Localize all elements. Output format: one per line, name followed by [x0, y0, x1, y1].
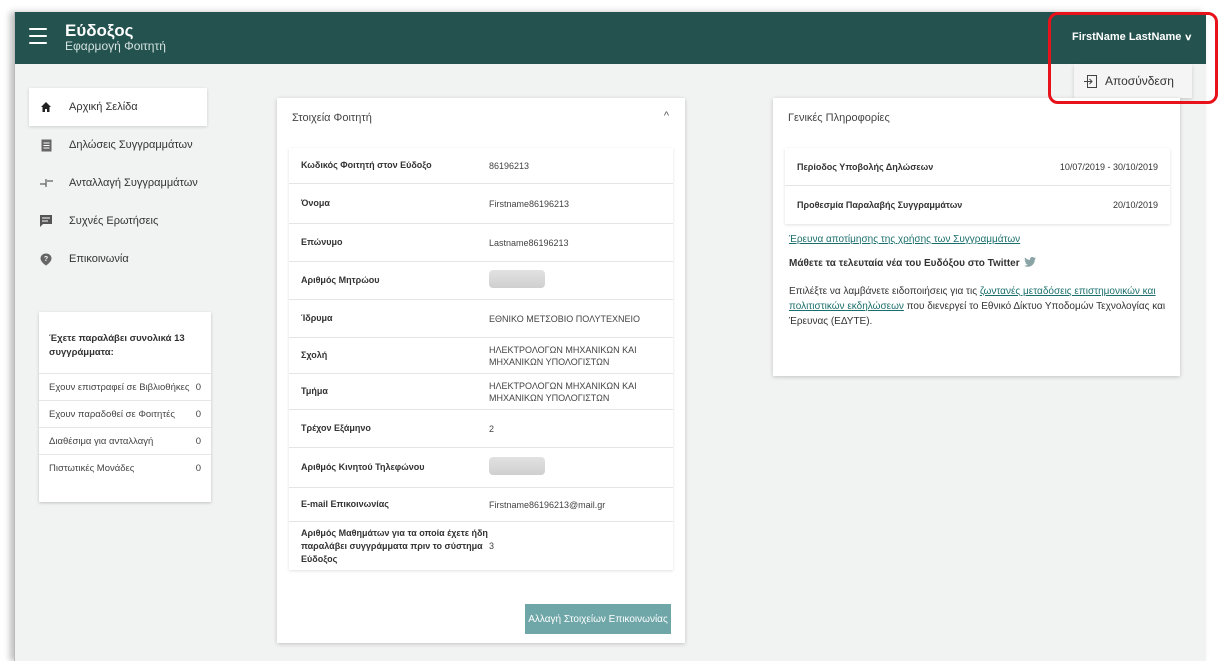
table-row: Επώνυμο Lastname86196213 [289, 224, 673, 262]
stat-row[interactable]: Εχουν παραδοθεί σε Φοιτητές 0 [39, 401, 211, 428]
table-row: Περίοδος Υποβολής Δηλώσεων 10/07/2019 - … [785, 148, 1170, 186]
sidebar-nav: Αρχική Σελίδα Δηλώσεις Συγγραμμάτων Αντα… [29, 88, 207, 278]
help-icon: ? [39, 252, 53, 266]
change-contact-button[interactable]: Αλλαγή Στοιχείων Επικοινωνίας [525, 604, 671, 634]
sidebar-item-home[interactable]: Αρχική Σελίδα [29, 88, 207, 126]
stat-label: Πιστωτικές Μονάδες [49, 463, 135, 474]
field-label: Αριθμός Κινητού Τηλεφώνου [301, 462, 425, 472]
stat-label: Εχουν παραδοθεί σε Φοιτητές [49, 408, 175, 420]
user-name: FirstName LastName [1071, 31, 1182, 43]
field-label: Επώνυμο [301, 237, 343, 247]
stat-label: Διαθέσιμα για ανταλλαγή [49, 435, 154, 447]
sidebar-item-label: Συχνές Ερωτήσεις [69, 215, 159, 227]
field-label: Αριθμός Μαθημάτων για τα οποία έχετε ήδη… [301, 527, 488, 564]
stat-value: 0 [195, 463, 201, 474]
stat-value: 0 [195, 381, 201, 393]
field-label: Όνομα [301, 198, 330, 208]
table-row: Σχολή ΗΛΕΚΤΡΟΛΟΓΩΝ ΜΗΧΑΝΙΚΩΝ ΚΑΙ ΜΗΧΑΝΙΚ… [289, 338, 673, 374]
student-info-table: Κωδικός Φοιτητή στον Εύδοξο 86196213 Όνο… [289, 148, 673, 570]
table-row: E-mail Επικοινωνίας Firstname86196213@ma… [289, 488, 673, 522]
app-window: Εύδοξος Εφαρμογή Φοιτητή FirstName LastN… [14, 12, 1206, 661]
general-info-body: Έρευνα αποτίμησης της χρήσης των Συγγραμ… [789, 234, 1169, 329]
field-value: ΗΛΕΚΤΡΟΛΟΓΩΝ ΜΗΧΑΝΙΚΩΝ ΚΑΙ ΜΗΧΑΝΙΚΩΝ ΥΠΟ… [489, 344, 637, 367]
table-row: Προθεσμία Παραλαβής Συγγραμμάτων 20/10/2… [785, 186, 1170, 224]
top-bar: Εύδοξος Εφαρμογή Φοιτητή FirstName LastN… [15, 12, 1206, 64]
sidebar-item-label: Ανταλλαγή Συγγραμμάτων [69, 177, 198, 189]
sidebar-item-label: Δηλώσεις Συγγραμμάτων [69, 139, 193, 151]
stat-row[interactable]: Εχουν επιστραφεί σε Βιβλιοθήκες 0 [39, 374, 211, 401]
field-value: 2 [489, 423, 495, 434]
sidebar-item-label: Επικοινωνία [69, 253, 129, 265]
table-row: Όνομα Firstname86196213 [289, 184, 673, 224]
twitter-icon[interactable] [1023, 257, 1036, 270]
field-label: Σχολή [301, 350, 328, 360]
field-label: Ίδρυμα [301, 313, 333, 323]
field-value [489, 457, 673, 478]
general-info-card: Γενικές Πληροφορίες Περίοδος Υποβολής Δη… [773, 98, 1180, 376]
stat-row[interactable]: Διαθέσιμα για ανταλλαγή 0 [39, 428, 211, 455]
table-row: Αριθμός Κινητού Τηλεφώνου [289, 448, 673, 488]
logout-menu-item[interactable]: Αποσύνδεση [1074, 64, 1192, 98]
faq-icon [39, 214, 53, 228]
sidebar-item-label: Αρχική Σελίδα [69, 101, 138, 113]
notifications-text: Επιλέξτε να λαμβάνετε ειδοποιήσεις για τ… [789, 284, 1169, 329]
twitter-line: Μάθετε τα τελευταία νέα του Ευδόξου στο … [789, 257, 1169, 270]
sidebar-item-faq[interactable]: Συχνές Ερωτήσεις [29, 202, 207, 240]
logout-icon [1084, 74, 1097, 88]
field-label: Κωδικός Φοιτητή στον Εύδοξο [301, 160, 432, 170]
survey-link[interactable]: Έρευνα αποτίμησης της χρήσης των Συγγραμ… [789, 234, 1020, 245]
stat-value: 0 [195, 435, 201, 447]
stat-value: 0 [195, 408, 201, 420]
stats-heading: Έχετε παραλάβει συνολικά 13 συγγράμματα: [39, 312, 211, 374]
table-row: Τρέχον Εξάμηνο 2 [289, 410, 673, 448]
app-subtitle: Εφαρμογή Φοιτητή [65, 39, 166, 53]
table-row: Τμήμα ΗΛΕΚΤΡΟΛΟΓΩΝ ΜΗΧΑΝΙΚΩΝ ΚΑΙ ΜΗΧΑΝΙΚ… [289, 374, 673, 410]
student-info-card: Στοιχεία Φοιτητή ^ Κωδικός Φοιτητή στον … [277, 98, 685, 643]
field-value: 20/10/2019 [1112, 200, 1158, 210]
field-value: ΕΘΝΙΚΟ ΜΕΤΣΟΒΙΟ ΠΟΛΥΤΕΧΝΕΙΟ [489, 313, 640, 324]
field-value: ΗΛΕΚΤΡΟΛΟΓΩΝ ΜΗΧΑΝΙΚΩΝ ΚΑΙ ΜΗΧΑΝΙΚΩΝ ΥΠΟ… [489, 380, 637, 403]
table-row: Κωδικός Φοιτητή στον Εύδοξο 86196213 [289, 148, 673, 184]
user-menu-button[interactable]: FirstName LastName ∨ [1071, 31, 1193, 43]
general-card-title: Γενικές Πληροφορίες [788, 112, 890, 124]
exchange-icon [39, 176, 53, 190]
field-label: Τρέχον Εξάμηνο [301, 423, 371, 433]
table-row: Αριθμός Μαθημάτων για τα οποία έχετε ήδη… [289, 522, 673, 570]
field-value: 3 [489, 541, 495, 551]
stat-row[interactable]: Πιστωτικές Μονάδες 0 [39, 455, 211, 482]
field-label: Αριθμός Μητρώου [301, 275, 380, 285]
field-value: Lastname86196213 [489, 237, 569, 248]
sidebar-item-contact[interactable]: ? Επικοινωνία [29, 240, 207, 278]
home-icon [39, 100, 53, 114]
field-label: Περίοδος Υποβολής Δηλώσεων [797, 161, 934, 172]
notify-prefix: Επιλέξτε να λαμβάνετε ειδοποιήσεις για τ… [789, 286, 980, 297]
general-info-table: Περίοδος Υποβολής Δηλώσεων 10/07/2019 - … [785, 148, 1170, 224]
menu-icon[interactable] [29, 28, 47, 44]
stat-label: Εχουν επιστραφεί σε Βιβλιοθήκες [49, 381, 190, 393]
app-title: Εύδοξος [65, 21, 134, 40]
sidebar-item-declarations[interactable]: Δηλώσεις Συγγραμμάτων [29, 126, 207, 164]
field-label: Τμήμα [301, 386, 328, 396]
student-card-title: Στοιχεία Φοιτητή [292, 112, 372, 124]
chevron-down-icon: ∨ [1184, 31, 1193, 42]
twitter-text: Μάθετε τα τελευταία νέα του Ευδόξου στο … [789, 258, 1020, 269]
field-value: 10/07/2019 - 30/10/2019 [1059, 161, 1158, 172]
field-label: E-mail Επικοινωνίας [301, 499, 389, 509]
field-value: Firstname86196213 [489, 198, 570, 209]
table-row: Αριθμός Μητρώου [289, 262, 673, 300]
field-value [489, 270, 673, 291]
svg-text:?: ? [44, 256, 48, 263]
field-value: Firstname86196213@mail.gr [489, 499, 606, 510]
redacted-value [489, 457, 545, 475]
books-stats-card: Έχετε παραλάβει συνολικά 13 συγγράμματα:… [39, 312, 211, 502]
document-icon [39, 138, 53, 152]
chevron-up-icon[interactable]: ^ [664, 110, 669, 122]
field-value: 86196213 [489, 160, 530, 171]
table-row: Ίδρυμα ΕΘΝΙΚΟ ΜΕΤΣΟΒΙΟ ΠΟΛΥΤΕΧΝΕΙΟ [289, 300, 673, 338]
redacted-value [489, 270, 545, 288]
logout-label: Αποσύνδεση [1105, 74, 1174, 88]
sidebar-item-exchange[interactable]: Ανταλλαγή Συγγραμμάτων [29, 164, 207, 202]
field-label: Προθεσμία Παραλαβής Συγγραμμάτων [797, 200, 963, 210]
brand[interactable]: Εύδοξος Εφαρμογή Φοιτητή [65, 22, 166, 53]
